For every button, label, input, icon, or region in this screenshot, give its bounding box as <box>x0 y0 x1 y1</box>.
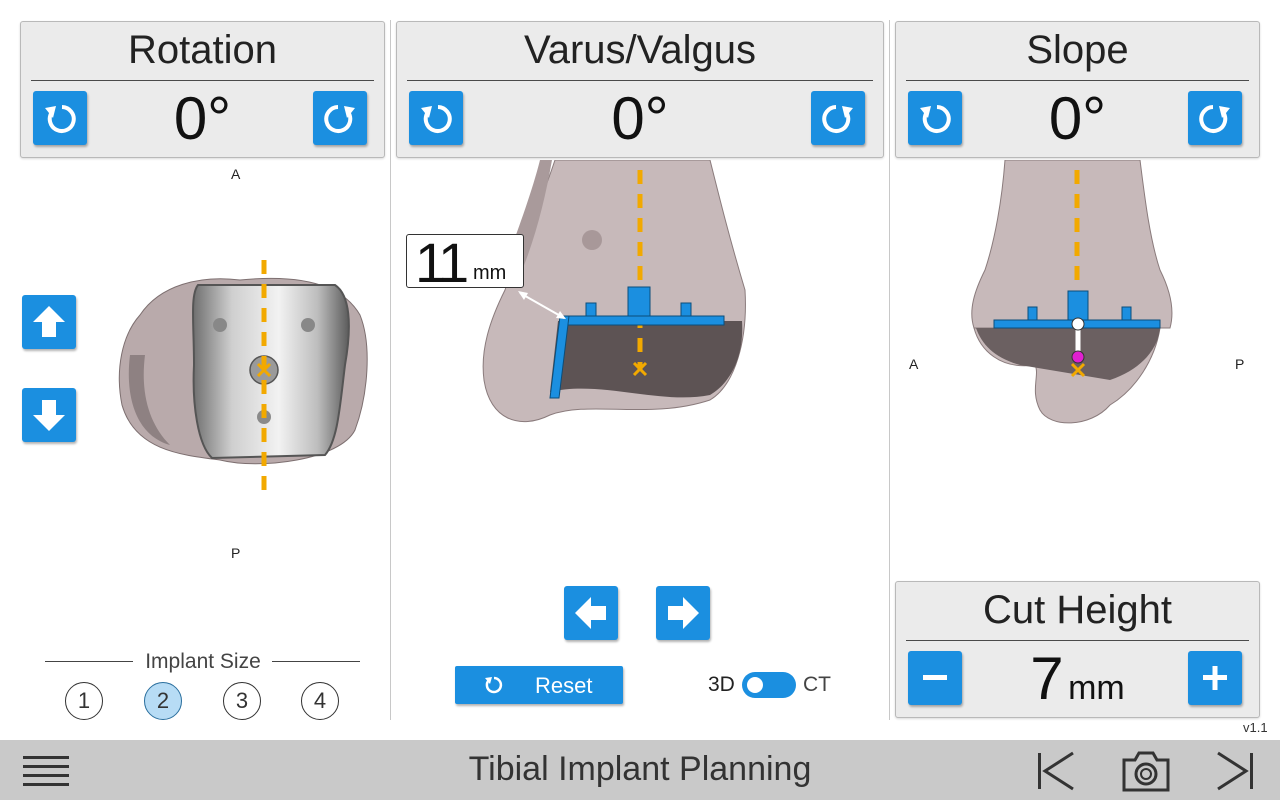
implant-size-3[interactable]: 3 <box>223 682 261 720</box>
sagittal-tibia-view[interactable] <box>960 160 1200 440</box>
implant-size-label: Implant Size <box>145 650 261 673</box>
tray-peg-right <box>301 318 315 332</box>
plus-icon <box>1203 666 1227 690</box>
cut-guide-tab-right <box>680 302 692 317</box>
implant-size-1[interactable]: 1 <box>65 682 103 720</box>
varus-valgus-panel: Varus/Valgus 0° <box>396 21 884 158</box>
sagittal-anterior-label: A <box>909 356 919 372</box>
axial-posterior-label: P <box>231 545 241 561</box>
cut-height-decrease-button[interactable] <box>908 651 962 705</box>
rotate-ccw-icon <box>45 105 76 133</box>
cut-reference-point <box>1071 317 1085 331</box>
arrow-right-icon <box>668 597 699 629</box>
slope-title: Slope <box>1026 28 1129 72</box>
rotation-divider <box>31 80 374 81</box>
coronal-resected-region <box>550 321 743 398</box>
slope-divider <box>906 80 1249 81</box>
rotate-ccw-icon <box>920 105 951 133</box>
move-down-button[interactable] <box>22 388 76 442</box>
axial-tibia-view[interactable] <box>110 255 375 495</box>
rotate-cw-icon <box>822 105 853 133</box>
slope-guide-center-tab <box>1067 290 1089 321</box>
slope-cw-button[interactable] <box>1188 91 1242 145</box>
varus-valgus-divider <box>407 80 873 81</box>
slope-guide-tab-right <box>1121 306 1132 321</box>
reset-icon <box>485 676 503 694</box>
cut-height-panel: Cut Height 7 mm <box>895 581 1260 718</box>
version-label: v1.1 <box>1243 720 1268 735</box>
rotation-cw-button[interactable] <box>313 91 367 145</box>
implant-size-2[interactable]: 2 <box>144 682 182 720</box>
implant-size-line-right <box>272 661 360 662</box>
coronal-tibia-view[interactable] <box>480 160 760 450</box>
implant-size-line-left <box>45 661 133 662</box>
cut-guide-bar <box>559 315 725 326</box>
reset-button[interactable]: Reset <box>455 666 623 704</box>
slope-ccw-button[interactable] <box>908 91 962 145</box>
bone-feature <box>582 230 602 250</box>
shift-left-button[interactable] <box>564 586 618 640</box>
cut-height-value: 7 <box>1030 645 1064 712</box>
arrow-up-icon <box>33 306 65 337</box>
view-mode-toggle-knob <box>747 677 763 693</box>
rotation-ccw-button[interactable] <box>33 91 87 145</box>
column-divider-left <box>390 20 391 720</box>
move-up-button[interactable] <box>22 295 76 349</box>
bottom-bar: Tibial Implant Planning <box>0 740 1280 800</box>
measurement-value: 11 <box>415 231 469 294</box>
varus-valgus-title: Varus/Valgus <box>524 28 756 72</box>
slope-panel: Slope 0° <box>895 21 1260 158</box>
next-step-icon[interactable] <box>1212 750 1256 792</box>
arrow-left-icon <box>575 597 606 629</box>
footer-title: Tibial Implant Planning <box>468 750 812 788</box>
reset-label: Reset <box>535 673 593 698</box>
column-divider-right <box>889 20 890 720</box>
slope-guide-tab-left <box>1027 306 1038 321</box>
rotate-ccw-icon <box>421 105 452 133</box>
sagittal-posterior-label: P <box>1235 356 1245 372</box>
rotation-panel: Rotation 0° <box>20 21 385 158</box>
camera-icon[interactable] <box>1120 748 1172 794</box>
varus-valgus-cw-button[interactable] <box>811 91 865 145</box>
axial-anterior-label: A <box>231 166 241 182</box>
rotate-cw-icon <box>324 105 355 133</box>
minus-icon <box>923 675 947 680</box>
cut-height-increase-button[interactable] <box>1188 651 1242 705</box>
view-toggle-left-label: 3D <box>708 673 735 696</box>
view-toggle-right-label: CT <box>803 673 831 696</box>
cut-height-unit: mm <box>1068 669 1125 707</box>
hamburger-menu-icon[interactable] <box>23 754 69 788</box>
cut-height-divider <box>906 640 1249 641</box>
measurement-callout: 11 mm <box>406 231 524 294</box>
rotate-cw-icon <box>1199 105 1230 133</box>
rotation-title: Rotation <box>128 28 277 72</box>
cut-guide-center-tab <box>627 286 651 317</box>
implant-size-4[interactable]: 4 <box>301 682 339 720</box>
tray-peg-left <box>213 318 227 332</box>
measurement-unit: mm <box>473 262 507 284</box>
arrow-down-icon <box>33 400 65 431</box>
cut-height-title: Cut Height <box>983 588 1172 632</box>
cut-guide-tab-left <box>585 302 597 317</box>
view-mode-toggle[interactable] <box>742 672 796 698</box>
shift-right-button[interactable] <box>656 586 710 640</box>
cut-depth-point <box>1071 350 1085 364</box>
previous-step-icon[interactable] <box>1035 750 1079 792</box>
varus-valgus-ccw-button[interactable] <box>409 91 463 145</box>
